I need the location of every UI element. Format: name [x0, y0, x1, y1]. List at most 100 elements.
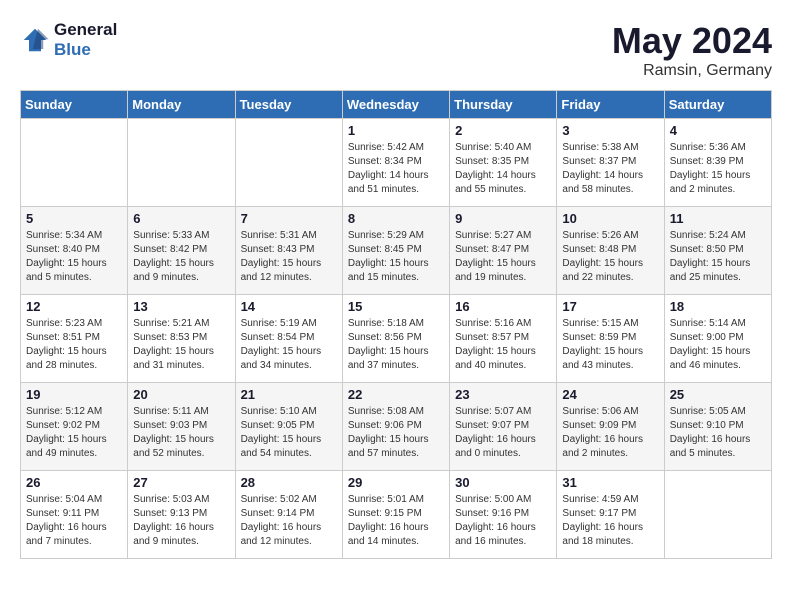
header-thursday: Thursday	[450, 91, 557, 119]
month-title: May 2024	[612, 20, 772, 62]
day-info: Sunrise: 5:01 AM Sunset: 9:15 PM Dayligh…	[348, 493, 444, 549]
calendar-cell: 12Sunrise: 5:23 AM Sunset: 8:51 PM Dayli…	[21, 295, 128, 383]
page-header: General Blue May 2024 Ramsin, Germany	[20, 20, 772, 80]
day-info: Sunrise: 4:59 AM Sunset: 9:17 PM Dayligh…	[562, 493, 658, 549]
header-saturday: Saturday	[664, 91, 771, 119]
day-number: 25	[670, 387, 766, 402]
logo-text: General Blue	[54, 20, 117, 59]
day-number: 2	[455, 123, 551, 138]
calendar-cell: 29 Sunrise: 5:01 AM Sunset: 9:15 PM Dayli…	[342, 471, 449, 559]
day-info: Sunrise: 5:06 AM Sunset: 9:09 PM Dayligh…	[562, 405, 658, 461]
day-number: 18	[670, 299, 766, 314]
day-info: Sunrise: 5:02 AM Sunset: 9:14 PM Dayligh…	[241, 493, 337, 549]
calendar-cell: 18 Sunrise: 5:14 AM Sunset: 9:00 PM Dayli…	[664, 295, 771, 383]
calendar-cell: 11 Sunrise: 5:24 AM Sunset: 8:50 PM Dayli…	[664, 207, 771, 295]
calendar-cell: 6Sunrise: 5:33 AM Sunset: 8:42 PM Daylig…	[128, 207, 235, 295]
day-number: 4	[670, 123, 766, 138]
day-info: Sunrise: 5:11 AM Sunset: 9:03 PM Dayligh…	[133, 405, 229, 461]
calendar-cell: 2Sunrise: 5:40 AM Sunset: 8:35 PM Daylig…	[450, 119, 557, 207]
calendar-week-5: 26Sunrise: 5:04 AM Sunset: 9:11 PM Dayli…	[21, 471, 772, 559]
calendar-cell: 7Sunrise: 5:31 AM Sunset: 8:43 PM Daylig…	[235, 207, 342, 295]
calendar-cell: 4 Sunrise: 5:36 AM Sunset: 8:39 PM Daylig…	[664, 119, 771, 207]
day-number: 19	[26, 387, 122, 402]
calendar-cell	[128, 119, 235, 207]
day-info: Sunrise: 5:24 AM Sunset: 8:50 PM Dayligh…	[670, 229, 766, 285]
calendar-week-1: 1 Sunrise: 5:42 AM Sunset: 8:34 PM Daylig…	[21, 119, 772, 207]
day-info: Sunrise: 5:42 AM Sunset: 8:34 PM Dayligh…	[348, 141, 444, 197]
calendar-cell: 30Sunrise: 5:00 AM Sunset: 9:16 PM Dayli…	[450, 471, 557, 559]
day-number: 13	[133, 299, 229, 314]
day-number: 21	[241, 387, 337, 402]
day-info: Sunrise: 5:19 AM Sunset: 8:54 PM Dayligh…	[241, 317, 337, 373]
logo: General Blue	[20, 20, 117, 59]
day-info: Sunrise: 5:15 AM Sunset: 8:59 PM Dayligh…	[562, 317, 658, 373]
calendar-cell: 1 Sunrise: 5:42 AM Sunset: 8:34 PM Daylig…	[342, 119, 449, 207]
calendar-cell: 24 Sunrise: 5:06 AM Sunset: 9:09 PM Dayli…	[557, 383, 664, 471]
day-info: Sunrise: 5:05 AM Sunset: 9:10 PM Dayligh…	[670, 405, 766, 461]
day-number: 16	[455, 299, 551, 314]
day-number: 11	[670, 211, 766, 226]
header-tuesday: Tuesday	[235, 91, 342, 119]
day-info: Sunrise: 5:07 AM Sunset: 9:07 PM Dayligh…	[455, 405, 551, 461]
day-info: Sunrise: 5:21 AM Sunset: 8:53 PM Dayligh…	[133, 317, 229, 373]
day-info: Sunrise: 5:31 AM Sunset: 8:43 PM Dayligh…	[241, 229, 337, 285]
calendar-cell: 13 Sunrise: 5:21 AM Sunset: 8:53 PM Dayli…	[128, 295, 235, 383]
day-number: 29	[348, 475, 444, 490]
location-title: Ramsin, Germany	[612, 62, 772, 80]
calendar-cell: 3Sunrise: 5:38 AM Sunset: 8:37 PM Daylig…	[557, 119, 664, 207]
calendar-cell: 5 Sunrise: 5:34 AM Sunset: 8:40 PM Daylig…	[21, 207, 128, 295]
calendar-header-row: SundayMondayTuesdayWednesdayThursdayFrid…	[21, 91, 772, 119]
day-info: Sunrise: 5:23 AM Sunset: 8:51 PM Dayligh…	[26, 317, 122, 373]
calendar-cell: 31Sunrise: 4:59 AM Sunset: 9:17 PM Dayli…	[557, 471, 664, 559]
calendar-cell	[235, 119, 342, 207]
day-info: Sunrise: 5:00 AM Sunset: 9:16 PM Dayligh…	[455, 493, 551, 549]
day-number: 8	[348, 211, 444, 226]
calendar-cell: 9 Sunrise: 5:27 AM Sunset: 8:47 PM Daylig…	[450, 207, 557, 295]
header-wednesday: Wednesday	[342, 91, 449, 119]
day-number: 24	[562, 387, 658, 402]
day-info: Sunrise: 5:36 AM Sunset: 8:39 PM Dayligh…	[670, 141, 766, 197]
day-number: 27	[133, 475, 229, 490]
day-number: 5	[26, 211, 122, 226]
calendar-cell: 25 Sunrise: 5:05 AM Sunset: 9:10 PM Dayli…	[664, 383, 771, 471]
day-info: Sunrise: 5:12 AM Sunset: 9:02 PM Dayligh…	[26, 405, 122, 461]
day-info: Sunrise: 5:08 AM Sunset: 9:06 PM Dayligh…	[348, 405, 444, 461]
calendar-week-4: 19 Sunrise: 5:12 AM Sunset: 9:02 PM Dayli…	[21, 383, 772, 471]
calendar-cell: 17Sunrise: 5:15 AM Sunset: 8:59 PM Dayli…	[557, 295, 664, 383]
day-info: Sunrise: 5:14 AM Sunset: 9:00 PM Dayligh…	[670, 317, 766, 373]
header-friday: Friday	[557, 91, 664, 119]
calendar-cell: 28Sunrise: 5:02 AM Sunset: 9:14 PM Dayli…	[235, 471, 342, 559]
calendar-cell: 19 Sunrise: 5:12 AM Sunset: 9:02 PM Dayli…	[21, 383, 128, 471]
title-block: May 2024 Ramsin, Germany	[612, 20, 772, 80]
day-number: 14	[241, 299, 337, 314]
header-monday: Monday	[128, 91, 235, 119]
day-number: 20	[133, 387, 229, 402]
day-number: 22	[348, 387, 444, 402]
day-info: Sunrise: 5:27 AM Sunset: 8:47 PM Dayligh…	[455, 229, 551, 285]
day-info: Sunrise: 5:26 AM Sunset: 8:48 PM Dayligh…	[562, 229, 658, 285]
day-info: Sunrise: 5:34 AM Sunset: 8:40 PM Dayligh…	[26, 229, 122, 285]
header-sunday: Sunday	[21, 91, 128, 119]
day-number: 6	[133, 211, 229, 226]
day-info: Sunrise: 5:16 AM Sunset: 8:57 PM Dayligh…	[455, 317, 551, 373]
day-number: 1	[348, 123, 444, 138]
day-number: 10	[562, 211, 658, 226]
day-number: 3	[562, 123, 658, 138]
calendar-week-2: 5 Sunrise: 5:34 AM Sunset: 8:40 PM Daylig…	[21, 207, 772, 295]
calendar-cell: 27 Sunrise: 5:03 AM Sunset: 9:13 PM Dayli…	[128, 471, 235, 559]
day-number: 9	[455, 211, 551, 226]
calendar-cell: 8 Sunrise: 5:29 AM Sunset: 8:45 PM Daylig…	[342, 207, 449, 295]
calendar-week-3: 12Sunrise: 5:23 AM Sunset: 8:51 PM Dayli…	[21, 295, 772, 383]
calendar-cell: 26Sunrise: 5:04 AM Sunset: 9:11 PM Dayli…	[21, 471, 128, 559]
calendar-cell: 20 Sunrise: 5:11 AM Sunset: 9:03 PM Dayli…	[128, 383, 235, 471]
day-number: 26	[26, 475, 122, 490]
day-info: Sunrise: 5:18 AM Sunset: 8:56 PM Dayligh…	[348, 317, 444, 373]
calendar-cell: 23Sunrise: 5:07 AM Sunset: 9:07 PM Dayli…	[450, 383, 557, 471]
logo-icon	[20, 25, 50, 55]
day-info: Sunrise: 5:03 AM Sunset: 9:13 PM Dayligh…	[133, 493, 229, 549]
calendar-cell: 16 Sunrise: 5:16 AM Sunset: 8:57 PM Dayli…	[450, 295, 557, 383]
calendar-cell: 14 Sunrise: 5:19 AM Sunset: 8:54 PM Dayli…	[235, 295, 342, 383]
calendar-cell: 21Sunrise: 5:10 AM Sunset: 9:05 PM Dayli…	[235, 383, 342, 471]
calendar-cell: 22 Sunrise: 5:08 AM Sunset: 9:06 PM Dayli…	[342, 383, 449, 471]
day-info: Sunrise: 5:29 AM Sunset: 8:45 PM Dayligh…	[348, 229, 444, 285]
